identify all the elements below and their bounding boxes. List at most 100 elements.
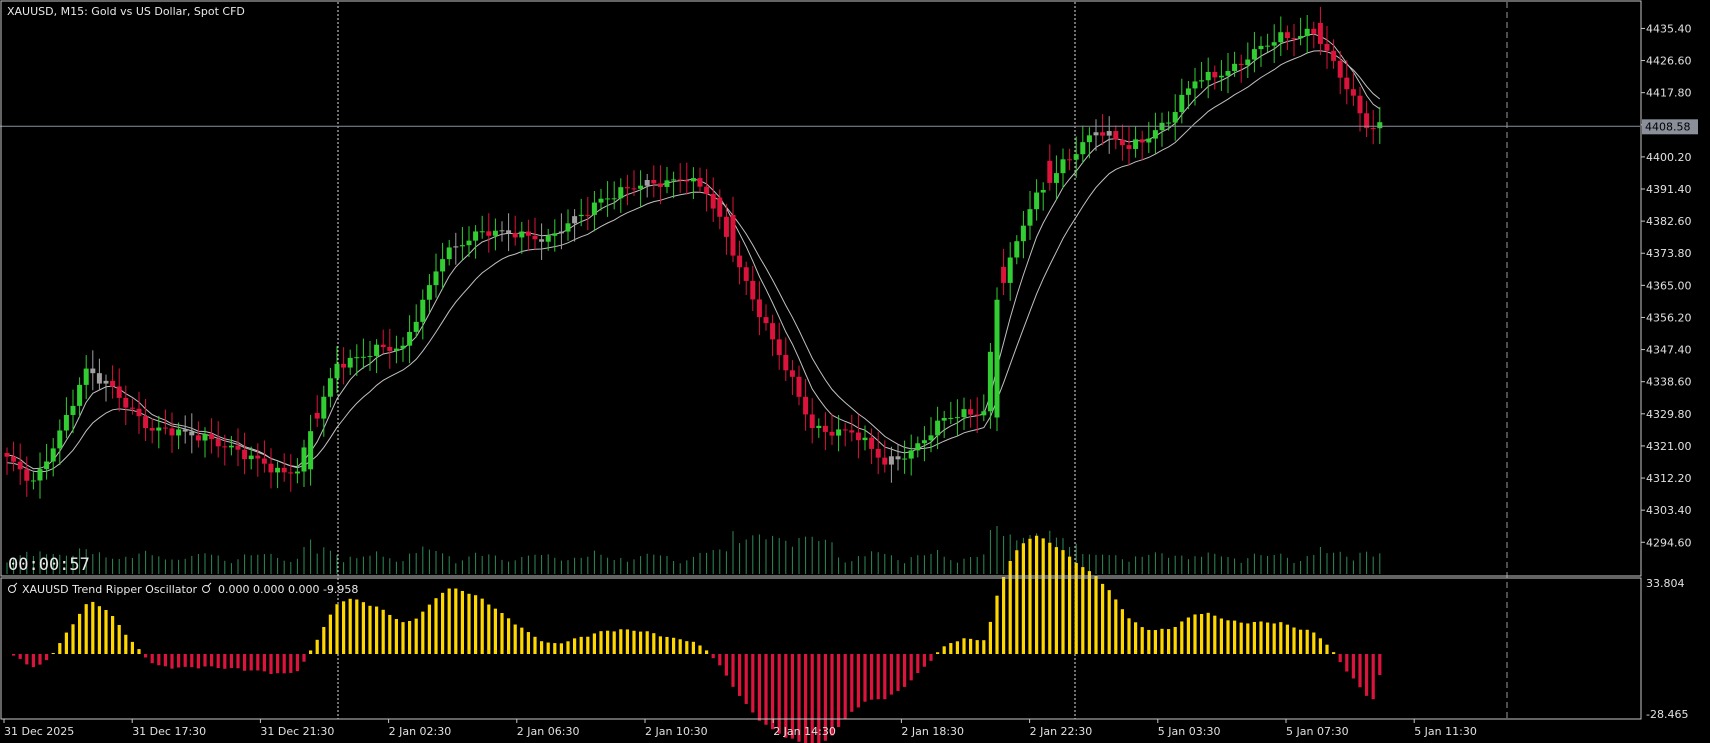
candle-body — [519, 231, 525, 238]
candle-body — [750, 280, 756, 300]
candle-body — [987, 351, 993, 412]
candle-body — [869, 437, 875, 449]
candle-body — [70, 405, 76, 415]
candle-body — [591, 202, 597, 215]
candle-body — [1060, 159, 1066, 174]
candle-body — [1166, 122, 1172, 124]
candle-body — [1317, 22, 1323, 44]
candle-body — [770, 323, 776, 340]
candle-body — [1311, 28, 1317, 34]
candle-body — [1337, 60, 1343, 78]
candle-body — [1047, 160, 1053, 183]
candle-body — [671, 179, 677, 181]
candle-body — [96, 373, 102, 384]
candle-body — [499, 230, 505, 232]
indicator-values: 0.000 0.000 0.000 -9.958 — [218, 583, 358, 596]
candle-body — [1080, 142, 1086, 155]
candle-body — [103, 380, 109, 384]
candle-body — [486, 231, 492, 236]
candle-body — [829, 431, 835, 436]
candle[interactable] — [994, 287, 1000, 432]
candle-body — [1093, 132, 1099, 136]
time-tick-label: 5 Jan 11:30 — [1414, 725, 1477, 738]
candle-body — [638, 185, 644, 189]
candle-body — [836, 429, 842, 436]
candle-body — [677, 179, 683, 181]
time-tick-label: 5 Jan 07:30 — [1286, 725, 1349, 738]
candle-body — [301, 447, 307, 472]
candle-body — [1001, 266, 1007, 283]
candle-body — [37, 469, 43, 481]
candle-body — [1350, 89, 1356, 96]
candle-body — [737, 255, 743, 268]
chart-window[interactable]: 4435.404426.604417.804409.004400.204391.… — [0, 0, 1710, 743]
price-tick-label: 4303.40 — [1646, 504, 1692, 517]
candle-body — [294, 471, 300, 474]
candle-body — [426, 285, 432, 300]
candle-body — [789, 370, 795, 377]
candle-body — [558, 231, 564, 234]
oscillator-tick-label: 33.804 — [1646, 577, 1685, 590]
candle-body — [129, 407, 135, 409]
candle-body — [57, 430, 63, 449]
candle-body — [1324, 43, 1330, 51]
candle-body — [255, 455, 261, 459]
candle-body — [704, 186, 710, 194]
candle-body — [776, 339, 782, 355]
candle-body — [1020, 225, 1026, 242]
time-tick-label: 2 Jan 14:30 — [773, 725, 836, 738]
price-tick-label: 4338.60 — [1646, 376, 1692, 389]
candle-body — [413, 321, 419, 332]
time-tick-label: 5 Jan 03:30 — [1158, 725, 1221, 738]
candle-body — [156, 427, 162, 431]
candle-body — [347, 357, 353, 368]
candle-body — [400, 345, 406, 349]
candle-body — [4, 453, 10, 457]
candle-body — [1377, 122, 1383, 129]
candle-body — [598, 198, 604, 203]
candle-body — [1331, 50, 1337, 61]
candle-body — [268, 463, 274, 473]
candle-body — [710, 193, 716, 209]
candle-body — [1271, 42, 1277, 46]
candle-body — [690, 178, 696, 182]
candle-body — [459, 245, 465, 247]
candle-body — [492, 230, 498, 236]
candle-body — [380, 344, 386, 347]
candle-body — [1251, 49, 1257, 60]
candle-body — [1014, 241, 1020, 258]
price-tick-label: 4329.80 — [1646, 408, 1692, 421]
candle-body — [83, 368, 89, 385]
candle-body — [908, 450, 914, 459]
candle-body — [657, 183, 663, 187]
candle-body — [697, 178, 703, 187]
candle-body — [935, 420, 941, 436]
candle-body — [1258, 45, 1264, 50]
price-tick-label: 4426.60 — [1646, 55, 1692, 68]
candle-body — [440, 259, 446, 272]
candle-body — [684, 180, 690, 182]
candle-body — [1106, 131, 1112, 136]
indicator-header[interactable]: XAUUSD Trend Ripper Oscillator 0.000 0.0… — [8, 582, 359, 596]
candle-body — [1298, 36, 1304, 39]
candle-body — [116, 386, 122, 398]
candle-body — [1027, 209, 1033, 226]
price-tick-label: 4294.60 — [1646, 536, 1692, 549]
candle-body — [631, 188, 637, 190]
candle-body — [717, 197, 723, 217]
candle-body — [545, 235, 551, 242]
candle-body — [275, 467, 281, 473]
candle-body — [822, 425, 828, 432]
candle-body — [90, 368, 96, 374]
candle-body — [532, 235, 538, 240]
candle-body — [796, 376, 802, 397]
candle-body — [149, 428, 155, 431]
candle-body — [473, 231, 479, 241]
candle-body — [1119, 139, 1125, 146]
candle-body — [1357, 95, 1363, 114]
candle-body — [605, 198, 611, 200]
price-tick-label: 4365.00 — [1646, 279, 1692, 292]
candle-body — [1291, 38, 1297, 40]
candle-body — [1152, 130, 1158, 139]
candle-body — [961, 409, 967, 418]
